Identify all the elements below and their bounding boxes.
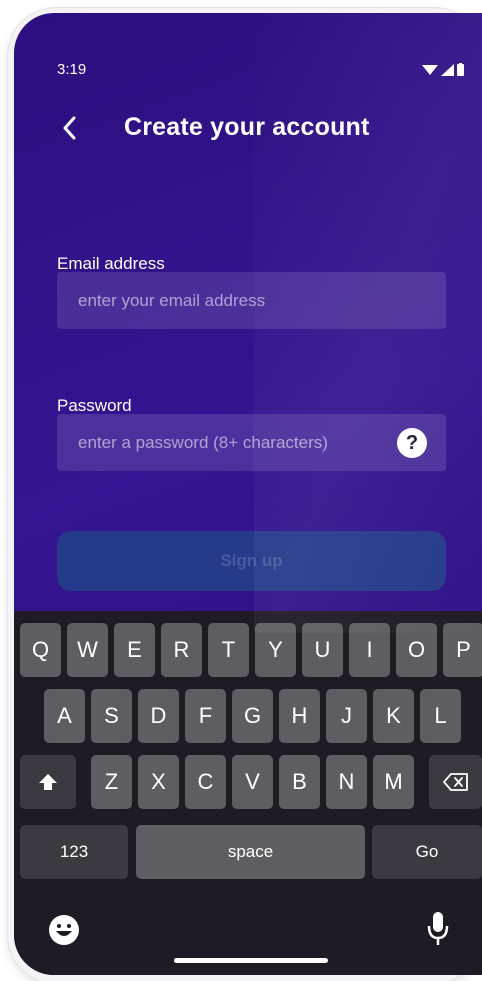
emoji-icon [49,915,79,945]
key-e[interactable]: E [114,623,155,677]
key-l[interactable]: L [420,689,461,743]
password-label: Password [57,396,132,415]
key-u[interactable]: U [302,623,343,677]
key-h[interactable]: H [279,689,320,743]
shift-key[interactable] [20,755,76,809]
backspace-key[interactable] [429,755,482,809]
key-c[interactable]: C [185,755,226,809]
microphone-icon [427,912,449,945]
email-input[interactable] [57,272,446,329]
key-d[interactable]: D [138,689,179,743]
question-mark-icon[interactable]: ? [397,428,427,458]
key-w[interactable]: W [67,623,108,677]
key-b[interactable]: B [279,755,320,809]
status-time: 3:19 [57,61,87,78]
page-title: Create your account [124,113,370,141]
key-o[interactable]: O [396,623,437,677]
space-key[interactable]: space [136,825,365,879]
microphone-button[interactable] [427,911,449,947]
wifi-icon [422,64,438,75]
shift-arrow-icon [39,774,57,790]
key-r[interactable]: R [161,623,202,677]
password-input[interactable] [57,414,446,471]
signup-button[interactable]: Sign up [57,531,446,591]
chevron-left-icon [63,116,76,140]
backspace-icon [442,773,468,791]
status-icons [422,63,464,76]
key-f[interactable]: F [185,689,226,743]
home-indicator[interactable] [174,958,328,963]
back-button[interactable] [54,113,84,143]
key-p[interactable]: P [443,623,482,677]
emoji-button[interactable] [48,914,80,946]
key-q[interactable]: Q [20,623,61,677]
key-j[interactable]: J [326,689,367,743]
keyboard: Q W E R T Y U I O P A S D F G H J K L Z … [14,611,482,975]
key-k[interactable]: K [373,689,414,743]
key-a[interactable]: A [44,689,85,743]
key-y[interactable]: Y [255,623,296,677]
go-key[interactable]: Go [372,825,482,879]
key-t[interactable]: T [208,623,249,677]
key-x[interactable]: X [138,755,179,809]
key-i[interactable]: I [349,623,390,677]
email-label: Email address [57,254,165,273]
app-screen: 3:19 Create your account Email address P… [14,13,482,975]
key-v[interactable]: V [232,755,273,809]
key-g[interactable]: G [232,689,273,743]
cell-signal-icon [441,63,454,76]
key-z[interactable]: Z [91,755,132,809]
key-m[interactable]: M [373,755,414,809]
numbers-key[interactable]: 123 [20,825,128,879]
battery-icon [457,63,464,76]
key-n[interactable]: N [326,755,367,809]
key-s[interactable]: S [91,689,132,743]
